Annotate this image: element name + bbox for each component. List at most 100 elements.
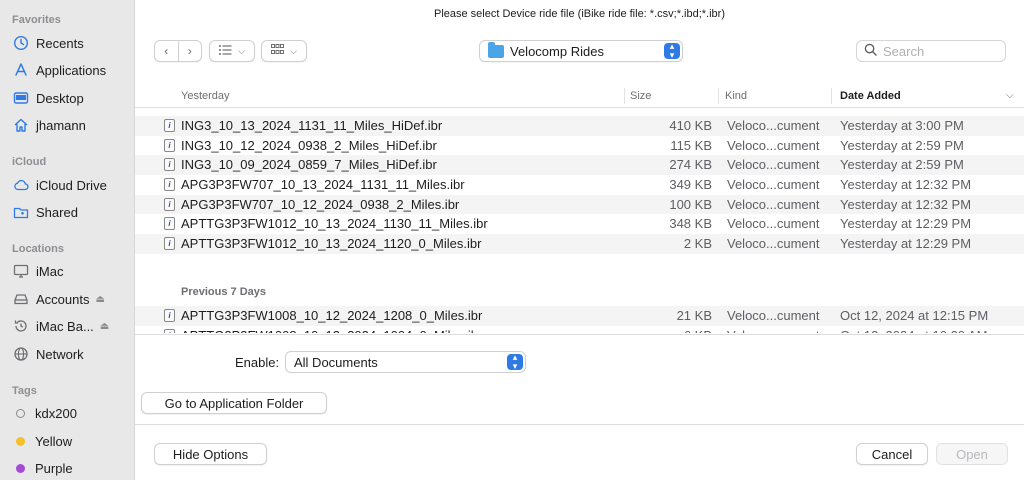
grid-group-icon	[271, 44, 285, 58]
sidebar-item-shared[interactable]: Shared	[12, 201, 132, 223]
file-kind: Veloco...cument	[727, 177, 820, 193]
sidebar-item-icloud-drive[interactable]: iCloud Drive	[12, 174, 132, 196]
file-row[interactable]: i ING3_10_12_2024_0938_2_Miles_HiDef.ibr 1…	[135, 136, 1024, 156]
file-row[interactable]: i APTTG3P3FW1012_10_13_2024_1120_0_Miles.…	[135, 234, 1024, 254]
chevron-down-icon: ⌵	[238, 45, 245, 56]
sidebar-tag-yellow[interactable]: Yellow	[12, 430, 132, 452]
file-row[interactable]: i ING3_10_09_2024_0859_7_Miles_HiDef.ibr 2…	[135, 155, 1024, 176]
sidebar-item-label: Yellow	[35, 433, 73, 449]
file-row[interactable]: i APG3P3FW707_10_13_2024_1131_11_Miles.ib…	[135, 175, 1024, 195]
file-row[interactable]: i ING3_10_13_2024_1131_11_Miles_HiDef.ibr…	[135, 116, 1024, 136]
file-size: 410 KB	[669, 118, 712, 133]
file-list: i ING3_10_13_2024_1131_11_Miles_HiDef.ibr…	[135, 110, 1024, 333]
back-forward-control: ‹ ›	[154, 40, 202, 62]
sort-chevron-icon: ⌵	[1006, 90, 1014, 101]
column-header: Yesterday Size Kind Date Added ⌵	[135, 84, 1024, 108]
file-group-previous-7-days: i APTTG3P3FW1008_10_12_2024_1208_0_Miles.…	[135, 306, 1024, 333]
desktop-icon	[12, 89, 30, 107]
column-name[interactable]: Yesterday	[181, 90, 230, 102]
sidebar-item-label: kdx200	[35, 405, 77, 421]
sidebar-item-label: jhamann	[36, 117, 86, 133]
updown-chevron-icon: ▴ ▾	[507, 353, 523, 371]
shared-folder-icon	[12, 203, 30, 221]
column-kind[interactable]: Kind	[725, 90, 747, 102]
computer-icon	[12, 262, 30, 280]
sidebar-item-recents[interactable]: Recents	[12, 32, 132, 54]
back-icon[interactable]: ‹	[155, 44, 178, 58]
sidebar-item-label: Desktop	[36, 90, 84, 106]
file-date-added: Yesterday at 2:59 PM	[840, 157, 964, 173]
file-row[interactable]: i APTTG3P3FW1008_10_12_2024_1208_0_Miles.…	[135, 306, 1024, 326]
sidebar-item-label: Shared	[36, 204, 78, 220]
location-label: Velocomp Rides	[510, 43, 604, 59]
open-button[interactable]: Open	[936, 443, 1008, 465]
drive-icon	[12, 290, 30, 308]
sidebar-item-applications[interactable]: Applications	[12, 59, 132, 81]
time-machine-icon	[12, 317, 30, 335]
file-name: APTTG3P3FW1008_10_12_2024_1208_0_Miles.i…	[181, 308, 483, 323]
file-date-added: Yesterday at 12:29 PM	[840, 216, 972, 232]
view-mode-button[interactable]: ⌵	[209, 40, 255, 62]
file-kind: Veloco...cument	[727, 118, 820, 133]
sidebar-item-label: iMac Ba...	[36, 318, 94, 334]
sidebar-item-label: Applications	[36, 62, 107, 78]
list-view-icon	[219, 44, 232, 58]
tag-yellow-icon	[16, 436, 25, 446]
group-by-button[interactable]: ⌵	[261, 40, 307, 62]
tag-empty-icon	[16, 408, 25, 418]
sidebar-item-label: Accounts	[36, 291, 90, 307]
file-name: APG3P3FW707_10_13_2024_1131_11_Miles.ibr	[181, 177, 465, 193]
file-name: APTTG3P3FW1008_10_12_2024_1004_0_Miles.i…	[181, 328, 482, 333]
sidebar-item-imac[interactable]: iMac	[12, 260, 132, 282]
network-icon	[12, 345, 30, 363]
sidebar-item-accounts[interactable]: Accounts ⏏	[12, 288, 132, 310]
cancel-button[interactable]: Cancel	[856, 443, 928, 465]
file-name: APG3P3FW707_10_12_2024_0938_2_Miles.ibr	[181, 196, 460, 212]
sidebar-item-desktop[interactable]: Desktop	[12, 87, 132, 109]
file-name: APTTG3P3FW1012_10_13_2024_1130_11_Miles.…	[181, 216, 488, 232]
sidebar-item-label: Network	[36, 346, 84, 362]
sidebar-item-imac-backup[interactable]: iMac Ba... ⏏	[12, 315, 132, 337]
file-size: 348 KB	[669, 216, 712, 232]
column-size[interactable]: Size	[630, 90, 651, 102]
file-date-added: Oct 12, 2024 at 12:15 PM	[840, 308, 989, 323]
search-field[interactable]: Search	[856, 40, 1006, 62]
file-row[interactable]: i APG3P3FW707_10_12_2024_0938_2_Miles.ibr…	[135, 194, 1024, 215]
favorites-heading: Favorites	[12, 14, 61, 26]
file-date-added: Yesterday at 12:32 PM	[840, 177, 972, 193]
go-to-application-folder-button[interactable]: Go to Application Folder	[141, 392, 327, 414]
folder-icon	[488, 41, 504, 58]
sidebar-tag-kdx200[interactable]: kdx200	[12, 402, 132, 424]
file-kind: Veloco...cument	[727, 308, 820, 323]
ibr-file-icon: i	[164, 328, 175, 333]
search-icon	[864, 43, 883, 59]
sidebar-tag-purple[interactable]: Purple	[12, 457, 132, 479]
hide-options-button[interactable]: Hide Options	[154, 443, 267, 465]
eject-icon[interactable]: ⏏	[95, 294, 104, 305]
file-row[interactable]: i APTTG3P3FW1012_10_13_2024_1130_11_Miles…	[135, 214, 1024, 234]
file-size: 349 KB	[669, 177, 712, 193]
sidebar-item-label: iMac	[36, 263, 64, 279]
applications-icon	[12, 61, 30, 79]
ibr-file-icon: i	[164, 138, 175, 152]
file-date-added: Yesterday at 2:59 PM	[840, 137, 964, 153]
divider	[135, 334, 1024, 335]
cloud-icon	[12, 176, 30, 194]
search-placeholder: Search	[883, 43, 925, 59]
ibr-file-icon: i	[164, 309, 175, 322]
location-popup[interactable]: Velocomp Rides ▴ ▾	[479, 40, 683, 62]
file-date-added: Yesterday at 3:00 PM	[840, 118, 964, 133]
file-kind: Veloco...cument	[727, 328, 820, 333]
sidebar-item-jhamann[interactable]: jhamann	[12, 114, 132, 136]
sidebar-item-network[interactable]: Network	[12, 343, 132, 365]
eject-icon[interactable]: ⏏	[100, 321, 109, 332]
enable-popup[interactable]: All Documents ▴ ▾	[285, 351, 526, 373]
file-kind: Veloco...cument	[727, 196, 820, 212]
file-kind: Veloco...cument	[727, 157, 820, 173]
file-size: 274 KB	[669, 157, 712, 173]
file-name: ING3_10_12_2024_0938_2_Miles_HiDef.ibr	[181, 137, 437, 153]
file-row[interactable]: i APTTG3P3FW1008_10_12_2024_1004_0_Miles.…	[135, 326, 1024, 333]
file-size: 115 KB	[670, 137, 712, 153]
column-date-added[interactable]: Date Added	[840, 90, 901, 102]
forward-icon[interactable]: ›	[179, 44, 202, 58]
